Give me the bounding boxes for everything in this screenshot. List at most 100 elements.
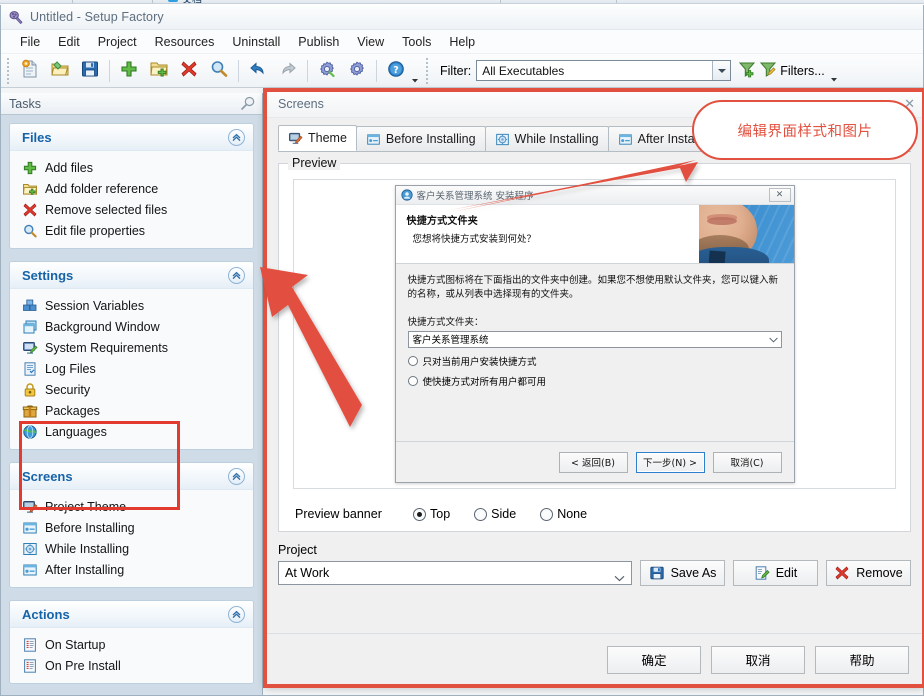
filter-dropdown-arrow[interactable] xyxy=(712,61,731,80)
filters-button-label: Filters... xyxy=(780,63,825,78)
magnifier-icon xyxy=(209,59,229,82)
task-add-files[interactable]: Add files xyxy=(10,157,253,178)
task-label: Security xyxy=(45,382,91,397)
menu-resources[interactable]: Resources xyxy=(146,32,224,52)
radio-current-user[interactable] xyxy=(407,355,418,366)
task-after-installing[interactable]: After Installing xyxy=(10,559,253,580)
chevron-down-icon[interactable] xyxy=(614,571,625,585)
toolbar: ? Filter: All Executables Filters... xyxy=(1,54,923,88)
build-settings-icon xyxy=(317,59,337,82)
panel-files-header[interactable]: Files xyxy=(10,124,253,151)
project-theme-icon xyxy=(22,499,38,515)
screen-icon xyxy=(22,520,38,536)
task-label: Languages xyxy=(45,424,107,439)
help-button[interactable]: 帮助 xyxy=(815,645,909,674)
chevron-up-icon[interactable] xyxy=(228,605,245,623)
task-packages[interactable]: Packages xyxy=(10,400,253,421)
panel-actions-header[interactable]: Actions xyxy=(10,601,253,628)
installer-close-button[interactable]: ✕ xyxy=(768,188,791,202)
installer-cancel-button[interactable]: 取消(C) xyxy=(712,451,782,473)
installer-folder-combobox[interactable]: 客户关系管理系统 xyxy=(407,330,782,348)
installer-content: 快捷方式图标将在下面指出的文件夹中创建。如果您不想使用默认文件夹，您可以键入新的… xyxy=(396,264,794,441)
open-project-button[interactable] xyxy=(45,57,75,85)
help-button[interactable]: ? xyxy=(381,57,411,85)
task-log-files[interactable]: Log Files xyxy=(10,358,253,379)
project-combobox[interactable]: At Work xyxy=(278,561,632,585)
task-while-installing[interactable]: While Installing xyxy=(10,538,253,559)
task-on-startup[interactable]: On Startup xyxy=(10,634,253,655)
undo-button[interactable] xyxy=(243,57,273,85)
installer-next-button[interactable]: 下一步(N) > xyxy=(635,451,705,473)
task-security[interactable]: Security xyxy=(10,379,253,400)
menu-tools[interactable]: Tools xyxy=(393,32,440,52)
radio-side[interactable] xyxy=(474,507,488,521)
radio-all-users[interactable] xyxy=(407,375,418,386)
installer-back-button[interactable]: < 返回(B) xyxy=(558,451,628,473)
redo-button[interactable] xyxy=(273,57,303,85)
chevron-down-icon[interactable] xyxy=(768,337,778,343)
panel-files-title: Files xyxy=(22,129,52,145)
new-project-button[interactable] xyxy=(15,57,45,85)
task-on-pre-install[interactable]: On Pre Install xyxy=(10,655,253,676)
panel-screens-header[interactable]: Screens xyxy=(10,463,253,490)
red-x-icon xyxy=(22,202,38,218)
installer-app-icon xyxy=(400,189,413,201)
chevron-up-icon[interactable] xyxy=(228,467,245,485)
chevron-up-icon[interactable] xyxy=(228,128,245,146)
add-folder-button[interactable] xyxy=(144,57,174,85)
menu-project[interactable]: Project xyxy=(89,32,146,52)
task-before-installing[interactable]: Before Installing xyxy=(10,517,253,538)
installer-radio-all-users[interactable]: 使快捷方式对所有用户都可用 xyxy=(407,374,782,388)
add-files-button[interactable] xyxy=(114,57,144,85)
filter-grip[interactable] xyxy=(426,57,430,84)
file-properties-button[interactable] xyxy=(204,57,234,85)
tab-theme[interactable]: Theme xyxy=(278,125,357,151)
menu-file[interactable]: File xyxy=(11,32,49,52)
menu-edit[interactable]: Edit xyxy=(49,32,89,52)
task-project-theme[interactable]: Project Theme xyxy=(10,496,253,517)
task-system-requirements[interactable]: System Requirements xyxy=(10,337,253,358)
panel-settings-header[interactable]: Settings xyxy=(10,262,253,289)
radio-none[interactable] xyxy=(540,507,554,521)
ok-button[interactable]: 确定 xyxy=(607,645,701,674)
tasks-pane-title: Tasks xyxy=(9,96,41,111)
cancel-button[interactable]: 取消 xyxy=(711,645,805,674)
build-icon xyxy=(347,59,367,82)
menu-help[interactable]: Help xyxy=(440,32,484,52)
toolbar-overflow-button[interactable] xyxy=(411,58,421,84)
screenshot-root: 文档 Untitled - Setup Factory File Edit Pr… xyxy=(0,0,924,696)
installer-subheading: 您想将快捷方式安装到何处？ xyxy=(412,234,537,245)
menu-uninstall[interactable]: Uninstall xyxy=(223,32,289,52)
remove-files-button[interactable] xyxy=(174,57,204,85)
task-session-variables[interactable]: Session Variables xyxy=(10,295,253,316)
build-settings-button[interactable] xyxy=(312,57,342,85)
installer-folder-value: 客户关系管理系统 xyxy=(412,335,489,347)
installer-radio-current-user[interactable]: 只对当前用户安装快捷方式 xyxy=(407,354,782,368)
task-add-folder-reference[interactable]: Add folder reference xyxy=(10,178,253,199)
task-remove-selected-files[interactable]: Remove selected files xyxy=(10,199,253,220)
setup-factory-icon xyxy=(8,9,24,25)
pin-icon[interactable] xyxy=(240,96,256,112)
filters-button[interactable]: Filters... xyxy=(738,59,837,83)
build-button[interactable] xyxy=(342,57,372,85)
banner-option-side[interactable]: Side xyxy=(474,507,516,521)
edit-button[interactable]: Edit xyxy=(733,560,818,586)
toolbar-grip[interactable] xyxy=(7,57,11,84)
save-project-button[interactable] xyxy=(75,57,105,85)
remove-button[interactable]: Remove xyxy=(826,560,911,586)
banner-option-top[interactable]: Top xyxy=(413,507,450,521)
filter-combobox[interactable]: All Executables xyxy=(476,60,732,81)
radio-top[interactable] xyxy=(413,507,426,521)
task-background-window[interactable]: Background Window xyxy=(10,316,253,337)
task-label: On Startup xyxy=(45,637,106,652)
task-edit-file-properties[interactable]: Edit file properties xyxy=(10,220,253,241)
save-as-button[interactable]: Save As xyxy=(640,560,725,586)
filters-dropdown-arrow[interactable] xyxy=(830,59,838,83)
task-languages[interactable]: Languages xyxy=(10,421,253,442)
session-variables-icon xyxy=(22,298,38,314)
chevron-up-icon[interactable] xyxy=(228,266,245,284)
banner-option-none[interactable]: None xyxy=(540,507,587,521)
globe-icon xyxy=(22,424,38,440)
menu-view[interactable]: View xyxy=(348,32,393,52)
menu-publish[interactable]: Publish xyxy=(289,32,348,52)
